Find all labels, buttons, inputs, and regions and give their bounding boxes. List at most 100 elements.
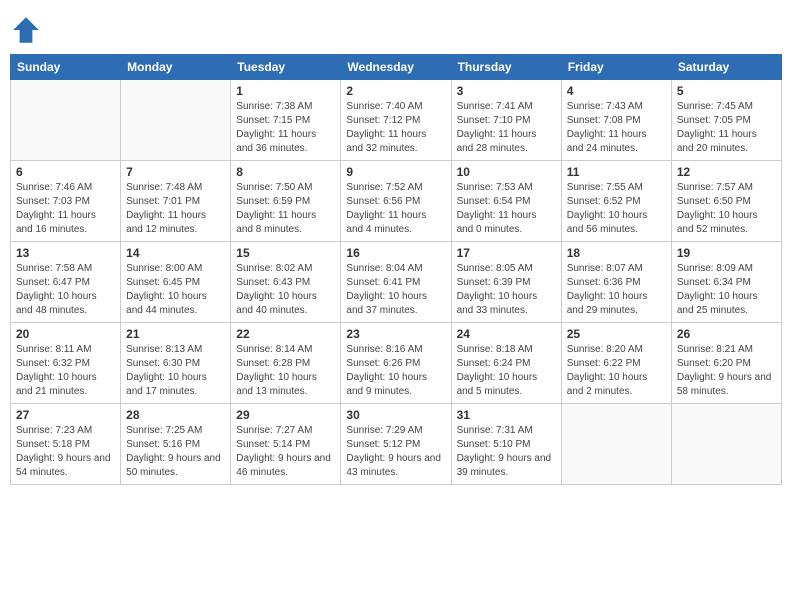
day-cell: 24Sunrise: 8:18 AMSunset: 6:24 PMDayligh… xyxy=(451,323,561,404)
day-info: Sunrise: 7:23 AMSunset: 5:18 PMDaylight:… xyxy=(16,424,115,480)
week-row-2: 6 Sunrise: 7:46 AMSunset: 7:03 PMDaylight… xyxy=(11,161,782,242)
col-header-sunday: Sunday xyxy=(11,55,121,80)
col-header-friday: Friday xyxy=(561,55,671,80)
day-number: 12 xyxy=(677,165,776,179)
day-cell: 5Sunrise: 7:45 AMSunset: 7:05 PMDaylight… xyxy=(671,80,781,161)
col-header-wednesday: Wednesday xyxy=(341,55,451,80)
day-cell: 10Sunrise: 7:53 AMSunset: 6:54 PMDayligh… xyxy=(451,161,561,242)
day-info: Sunrise: 8:02 AMSunset: 6:43 PMDaylight:… xyxy=(236,262,335,318)
day-cell: 19 Sunrise: 8:09 AMSunset: 6:34 PMDayligh… xyxy=(671,242,781,323)
day-number: 18 xyxy=(567,246,666,260)
week-row-3: 13Sunrise: 7:58 AMSunset: 6:47 PMDayligh… xyxy=(11,242,782,323)
day-number: 27 xyxy=(16,408,115,422)
day-cell: 8 Sunrise: 7:50 AMSunset: 6:59 PMDaylight… xyxy=(231,161,341,242)
day-cell xyxy=(561,404,671,485)
day-cell: 13Sunrise: 7:58 AMSunset: 6:47 PMDayligh… xyxy=(11,242,121,323)
calendar-table: SundayMondayTuesdayWednesdayThursdayFrid… xyxy=(10,54,782,485)
day-info: Sunrise: 8:04 AMSunset: 6:41 PMDaylight:… xyxy=(346,262,445,318)
day-number: 23 xyxy=(346,327,445,341)
day-cell: 23 Sunrise: 8:16 AMSunset: 6:26 PMDayligh… xyxy=(341,323,451,404)
day-number: 2 xyxy=(346,84,445,98)
day-number: 20 xyxy=(16,327,115,341)
day-info: Sunrise: 8:11 AMSunset: 6:32 PMDaylight:… xyxy=(16,343,115,399)
day-cell: 7 Sunrise: 7:48 AMSunset: 7:01 PMDaylight… xyxy=(121,161,231,242)
day-cell: 17 Sunrise: 8:05 AMSunset: 6:39 PMDayligh… xyxy=(451,242,561,323)
day-number: 17 xyxy=(457,246,556,260)
day-number: 25 xyxy=(567,327,666,341)
day-number: 11 xyxy=(567,165,666,179)
day-cell: 18Sunrise: 8:07 AMSunset: 6:36 PMDayligh… xyxy=(561,242,671,323)
day-number: 16 xyxy=(346,246,445,260)
week-row-5: 27 Sunrise: 7:23 AMSunset: 5:18 PMDayligh… xyxy=(11,404,782,485)
col-header-saturday: Saturday xyxy=(671,55,781,80)
day-cell: 16 Sunrise: 8:04 AMSunset: 6:41 PMDayligh… xyxy=(341,242,451,323)
day-info: Sunrise: 7:57 AMSunset: 6:50 PMDaylight:… xyxy=(677,181,776,237)
day-number: 15 xyxy=(236,246,335,260)
day-number: 19 xyxy=(677,246,776,260)
day-cell xyxy=(671,404,781,485)
day-cell: 1 Sunrise: 7:38 AMSunset: 7:15 PMDaylight… xyxy=(231,80,341,161)
day-cell: 14 Sunrise: 8:00 AMSunset: 6:45 PMDayligh… xyxy=(121,242,231,323)
week-row-1: 1 Sunrise: 7:38 AMSunset: 7:15 PMDaylight… xyxy=(11,80,782,161)
day-info: Sunrise: 8:09 AMSunset: 6:34 PMDaylight:… xyxy=(677,262,776,318)
day-info: Sunrise: 7:27 AMSunset: 5:14 PMDaylight:… xyxy=(236,424,335,480)
day-cell: 12 Sunrise: 7:57 AMSunset: 6:50 PMDayligh… xyxy=(671,161,781,242)
day-number: 30 xyxy=(346,408,445,422)
calendar-header-row: SundayMondayTuesdayWednesdayThursdayFrid… xyxy=(11,55,782,80)
day-number: 6 xyxy=(16,165,115,179)
day-cell xyxy=(11,80,121,161)
day-number: 31 xyxy=(457,408,556,422)
page-header xyxy=(10,10,782,46)
day-number: 14 xyxy=(126,246,225,260)
day-number: 3 xyxy=(457,84,556,98)
day-number: 29 xyxy=(236,408,335,422)
day-info: Sunrise: 8:21 AMSunset: 6:20 PMDaylight:… xyxy=(677,343,776,399)
day-cell: 25 Sunrise: 8:20 AMSunset: 6:22 PMDayligh… xyxy=(561,323,671,404)
day-number: 26 xyxy=(677,327,776,341)
day-cell: 30 Sunrise: 7:29 AMSunset: 5:12 PMDayligh… xyxy=(341,404,451,485)
day-info: Sunrise: 8:20 AMSunset: 6:22 PMDaylight:… xyxy=(567,343,666,399)
logo xyxy=(10,14,44,46)
day-cell: 6 Sunrise: 7:46 AMSunset: 7:03 PMDaylight… xyxy=(11,161,121,242)
day-cell: 11 Sunrise: 7:55 AMSunset: 6:52 PMDayligh… xyxy=(561,161,671,242)
day-number: 5 xyxy=(677,84,776,98)
day-info: Sunrise: 7:58 AMSunset: 6:47 PMDaylight:… xyxy=(16,262,115,318)
week-row-4: 20 Sunrise: 8:11 AMSunset: 6:32 PMDayligh… xyxy=(11,323,782,404)
day-info: Sunrise: 8:16 AMSunset: 6:26 PMDaylight:… xyxy=(346,343,445,399)
day-number: 28 xyxy=(126,408,225,422)
day-cell: 15 Sunrise: 8:02 AMSunset: 6:43 PMDayligh… xyxy=(231,242,341,323)
day-cell: 4Sunrise: 7:43 AMSunset: 7:08 PMDaylight… xyxy=(561,80,671,161)
col-header-thursday: Thursday xyxy=(451,55,561,80)
day-cell: 31 Sunrise: 7:31 AMSunset: 5:10 PMDayligh… xyxy=(451,404,561,485)
day-info: Sunrise: 7:29 AMSunset: 5:12 PMDaylight:… xyxy=(346,424,445,480)
day-number: 22 xyxy=(236,327,335,341)
day-cell xyxy=(121,80,231,161)
day-info: Sunrise: 7:55 AMSunset: 6:52 PMDaylight:… xyxy=(567,181,666,237)
day-number: 7 xyxy=(126,165,225,179)
day-cell: 26 Sunrise: 8:21 AMSunset: 6:20 PMDayligh… xyxy=(671,323,781,404)
day-cell: 3Sunrise: 7:41 AMSunset: 7:10 PMDaylight… xyxy=(451,80,561,161)
day-number: 4 xyxy=(567,84,666,98)
day-info: Sunrise: 7:31 AMSunset: 5:10 PMDaylight:… xyxy=(457,424,556,480)
day-cell: 21 Sunrise: 8:13 AMSunset: 6:30 PMDayligh… xyxy=(121,323,231,404)
day-info: Sunrise: 8:05 AMSunset: 6:39 PMDaylight:… xyxy=(457,262,556,318)
day-info: Sunrise: 7:48 AMSunset: 7:01 PMDaylight:… xyxy=(126,181,225,237)
day-info: Sunrise: 8:14 AMSunset: 6:28 PMDaylight:… xyxy=(236,343,335,399)
day-number: 10 xyxy=(457,165,556,179)
day-cell: 27 Sunrise: 7:23 AMSunset: 5:18 PMDayligh… xyxy=(11,404,121,485)
day-info: Sunrise: 7:52 AMSunset: 6:56 PMDaylight:… xyxy=(346,181,445,237)
day-number: 1 xyxy=(236,84,335,98)
col-header-monday: Monday xyxy=(121,55,231,80)
day-info: Sunrise: 7:25 AMSunset: 5:16 PMDaylight:… xyxy=(126,424,225,480)
day-info: Sunrise: 7:46 AMSunset: 7:03 PMDaylight:… xyxy=(16,181,115,237)
day-number: 21 xyxy=(126,327,225,341)
day-cell: 9 Sunrise: 7:52 AMSunset: 6:56 PMDaylight… xyxy=(341,161,451,242)
day-info: Sunrise: 8:00 AMSunset: 6:45 PMDaylight:… xyxy=(126,262,225,318)
day-cell: 22 Sunrise: 8:14 AMSunset: 6:28 PMDayligh… xyxy=(231,323,341,404)
day-number: 9 xyxy=(346,165,445,179)
day-info: Sunrise: 8:13 AMSunset: 6:30 PMDaylight:… xyxy=(126,343,225,399)
col-header-tuesday: Tuesday xyxy=(231,55,341,80)
day-info: Sunrise: 7:50 AMSunset: 6:59 PMDaylight:… xyxy=(236,181,335,237)
day-number: 8 xyxy=(236,165,335,179)
day-info: Sunrise: 7:38 AMSunset: 7:15 PMDaylight:… xyxy=(236,100,335,156)
